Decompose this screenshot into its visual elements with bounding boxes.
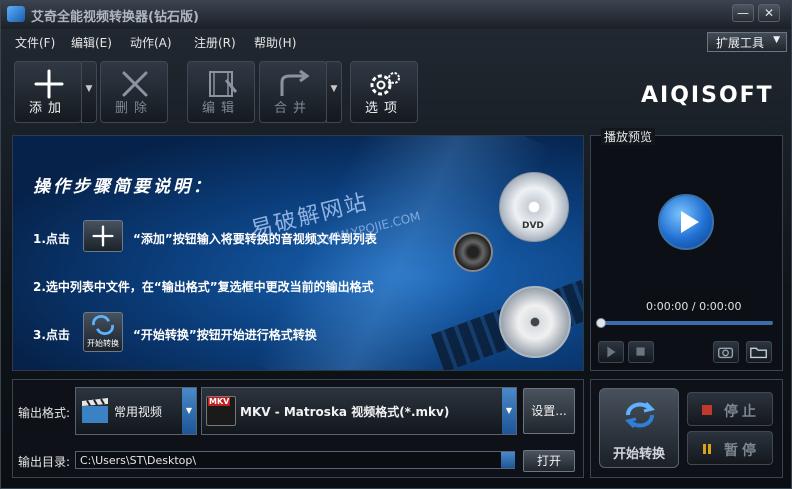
edit-button[interactable]: 编辑: [187, 61, 255, 123]
settings-button[interactable]: 设置...: [523, 388, 575, 434]
film-edit-icon: [209, 71, 238, 97]
seek-handle[interactable]: [596, 318, 606, 328]
step-start-convert-icon: 开始转换: [83, 312, 123, 352]
menu-file[interactable]: 文件(F): [15, 34, 55, 51]
stop-icon: [702, 405, 712, 415]
step-3-icon-label: 开始转换: [87, 339, 119, 348]
clapperboard-icon: [82, 398, 108, 423]
stop-button[interactable]: 停止: [687, 392, 773, 426]
step-2-text: 2.选中列表中文件，在“输出格式”复选框中更改当前的输出格式: [33, 280, 374, 294]
dir-history-dropdown[interactable]: [501, 452, 515, 468]
chevron-down-icon: ▼: [502, 388, 516, 434]
stop-small-icon: [636, 347, 645, 356]
open-snapshot-folder-button[interactable]: [746, 341, 772, 363]
pause-label: 暂停: [724, 443, 760, 459]
mkv-icon-text: MKV: [208, 397, 231, 406]
step-1-prefix: 1.点击: [33, 232, 70, 246]
output-dir-input[interactable]: [75, 451, 515, 469]
menu-edit[interactable]: 编辑(E): [71, 34, 112, 51]
dvd-disc-icon: DVD: [499, 172, 569, 242]
step-add-icon: [83, 220, 123, 252]
add-button[interactable]: 添加: [14, 61, 82, 123]
preview-stop-button[interactable]: [628, 341, 654, 363]
pause-button[interactable]: 暂停: [687, 431, 773, 465]
step-3-text: “开始转换”按钮开始进行格式转换: [133, 328, 317, 342]
play-small-icon: [607, 346, 616, 358]
convert-arrows-icon: [625, 401, 655, 429]
output-dir-label: 输出目录:: [18, 455, 71, 469]
preview-legend: 播放预览: [601, 128, 656, 145]
merge-button[interactable]: 合并: [259, 61, 327, 123]
app-icon: [7, 6, 25, 22]
brand-logo: AIQISOFT: [641, 83, 774, 108]
menu-action[interactable]: 动作(A): [130, 34, 172, 51]
delete-label: 删除: [114, 101, 153, 116]
start-convert-label: 开始转换: [612, 447, 665, 462]
edit-label: 编辑: [201, 101, 240, 116]
add-label: 添加: [28, 101, 67, 116]
play-icon[interactable]: [658, 194, 714, 250]
merge-label: 合并: [273, 101, 312, 116]
minimize-button[interactable]: —: [732, 4, 754, 22]
delete-button[interactable]: 删除: [100, 61, 168, 123]
title-bar: 艾奇全能视频转换器(钻石版) — ✕: [1, 1, 791, 29]
seek-bar[interactable]: [599, 321, 773, 325]
open-folder-button[interactable]: 打开: [523, 450, 575, 472]
menu-help[interactable]: 帮助(H): [254, 34, 296, 51]
extension-tools-label: 扩展工具: [716, 36, 765, 50]
category-select[interactable]: 常用视频 ▼: [75, 387, 197, 435]
format-select[interactable]: MKV MKV - Matroska 视频格式(*.mkv) ▼: [201, 387, 517, 435]
step-3-prefix: 3.点击: [33, 328, 70, 342]
format-value: MKV - Matroska 视频格式(*.mkv): [240, 405, 450, 419]
snapshot-button[interactable]: [713, 341, 739, 363]
guide-panel: DVD 操作步骤简要说明： 1.点击 “添加”按钮输入将要转换的音视频文件到列表…: [12, 135, 584, 371]
playback-time: 0:00:00 / 0:00:00: [646, 300, 742, 313]
plus-icon: [34, 69, 64, 99]
app-window: 艾奇全能视频转换器(钻石版) — ✕ 文件(F) 编辑(E) 动作(A) 注册(…: [0, 0, 792, 489]
category-value: 常用视频: [114, 405, 163, 419]
options-label: 选项: [364, 101, 403, 116]
menu-bar: 文件(F) 编辑(E) 动作(A) 注册(R) 帮助(H): [1, 29, 791, 55]
chevron-down-icon: ▼: [182, 388, 196, 434]
preview-play-button[interactable]: [598, 341, 624, 363]
menu-register[interactable]: 注册(R): [194, 34, 236, 51]
merge-arrow-icon: [280, 69, 310, 96]
chevron-down-icon: ▼: [773, 35, 780, 45]
mkv-format-icon: MKV: [206, 396, 236, 426]
stop-label: 停止: [724, 404, 760, 420]
start-convert-button[interactable]: 开始转换: [599, 388, 679, 468]
output-format-label: 输出格式:: [18, 406, 71, 420]
convert-arrows-icon: [92, 315, 114, 335]
delete-x-icon: [122, 71, 148, 97]
pause-icon: [703, 444, 711, 454]
preview-panel: [590, 135, 783, 371]
plus-icon: [92, 225, 114, 247]
options-button[interactable]: 选项: [350, 61, 418, 123]
speaker-icon: [453, 232, 493, 272]
folder-icon: [750, 347, 767, 359]
film-reel-icon: [499, 286, 571, 358]
window-title: 艾奇全能视频转换器(钻石版): [31, 10, 199, 25]
close-button[interactable]: ✕: [758, 4, 780, 22]
guide-title: 操作步骤简要说明：: [33, 177, 213, 197]
gear-icon: [370, 72, 400, 96]
dvd-label: DVD: [522, 221, 544, 231]
extension-tools-dropdown[interactable]: 扩展工具 ▼: [707, 32, 787, 52]
add-dropdown-arrow[interactable]: ▼: [81, 61, 97, 123]
camera-icon: [718, 347, 734, 359]
merge-dropdown-arrow[interactable]: ▼: [326, 61, 342, 123]
